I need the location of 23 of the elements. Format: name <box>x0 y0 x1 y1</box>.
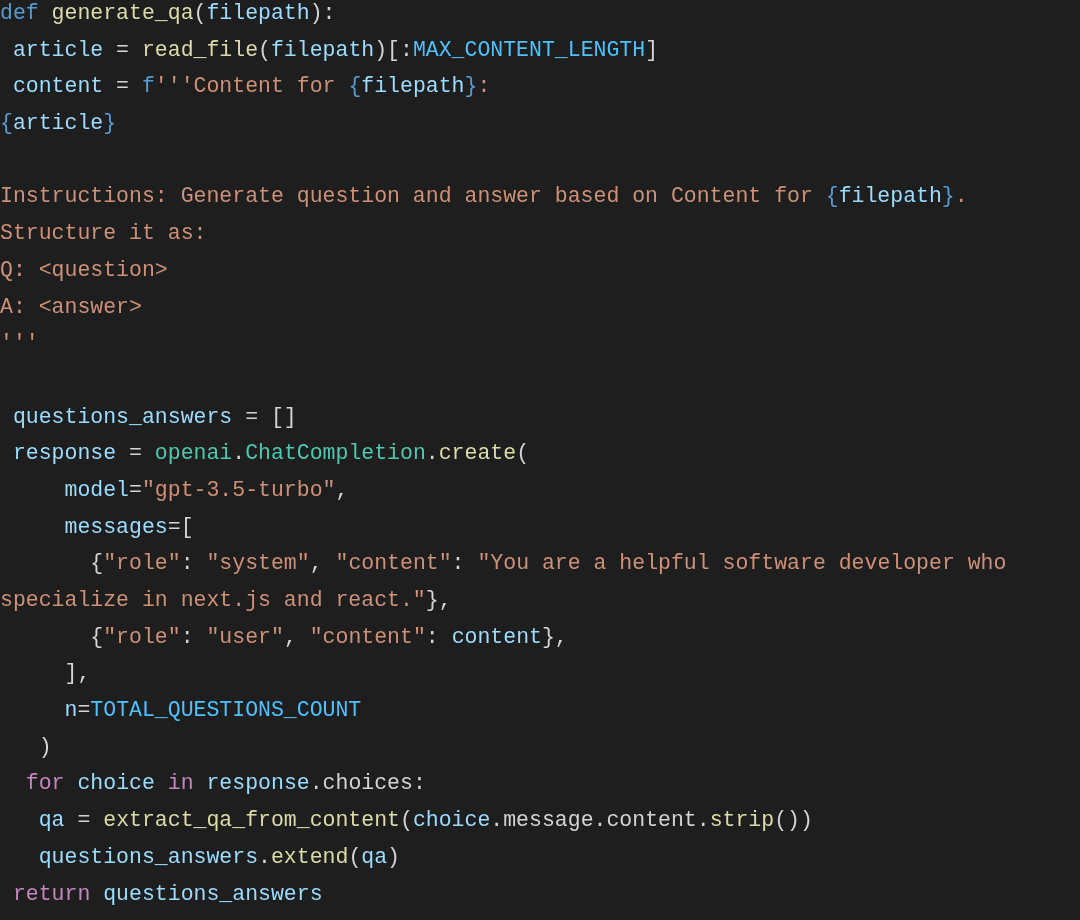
code-line: article = read_file(filepath)[:MAX_CONTENT_LENGTH] <box>11 36 659 64</box>
code-line: questions_answers.extend(qa) <box>37 843 400 871</box>
code-line: specialize in next.js and react."}, <box>0 587 452 614</box>
code-line: {article} <box>0 110 117 138</box>
code-line: questions_answers = [] <box>11 403 297 431</box>
code-line: Q: <question> <box>0 256 168 284</box>
code-line: qa = extract_qa_from_content(choice.message.content.strip()) <box>37 807 813 835</box>
code-line: messages=[ <box>63 513 194 541</box>
code-line: response = openai.ChatCompletion.create( <box>11 440 530 468</box>
code-line: Instructions: Generate question and answer based on Content for {filepath}. <box>0 183 968 211</box>
code-line: return questions_answers <box>11 880 323 908</box>
code-line: content = f'''Content for {filepath}: <box>11 73 491 101</box>
code-line: {"role": "user", "content": content}, <box>89 623 568 651</box>
code-line: Structure it as: <box>0 220 207 248</box>
code-line: n=TOTAL_QUESTIONS_COUNT <box>63 697 362 725</box>
code-line: for choice in response.choices: <box>24 770 426 798</box>
code-line: ) <box>37 733 52 761</box>
code-line: A: <answer> <box>0 293 142 321</box>
code-line: ], <box>63 660 91 688</box>
code-line: {"role": "system", "content": "You are a helpful software developer who <box>89 550 1007 578</box>
code-line: model="gpt-3.5-turbo", <box>63 476 349 504</box>
code-line: def generate_qa(filepath): <box>0 0 336 27</box>
code-line: ''' <box>0 330 39 358</box>
